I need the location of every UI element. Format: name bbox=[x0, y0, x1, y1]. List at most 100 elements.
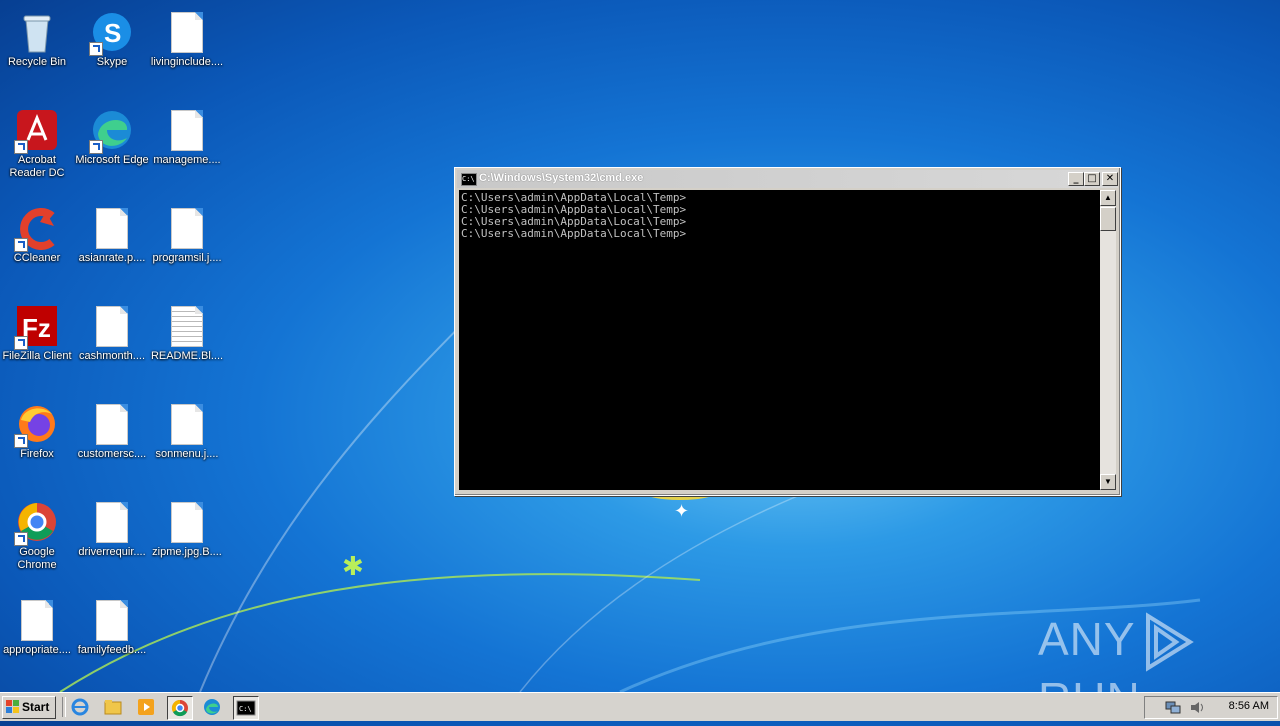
file-icon bbox=[91, 402, 133, 446]
ie-icon[interactable] bbox=[68, 696, 92, 718]
desktop-icon-label: driverrequir.... bbox=[78, 546, 146, 558]
shortcut-arrow-icon bbox=[89, 140, 103, 154]
desktop-icon[interactable]: Firefox bbox=[0, 396, 75, 492]
desktop-icon-label: README.Bl.... bbox=[150, 350, 224, 362]
minimize-button[interactable]: _ bbox=[1068, 172, 1084, 186]
desktop-icon[interactable]: S Skype bbox=[74, 4, 150, 100]
desktop-icon[interactable]: Recycle Bin bbox=[0, 4, 75, 100]
taskbar: Start C:\ 8:56 AM bbox=[0, 692, 1280, 721]
system-tray: 8:56 AM bbox=[1144, 696, 1278, 719]
svg-text:C:\: C:\ bbox=[239, 705, 252, 713]
cmd-titlebar[interactable]: C:\ C:\Windows\System32\cmd.exe _ □ ✕ bbox=[457, 170, 1118, 188]
desktop-icon-label: CCleaner bbox=[13, 252, 61, 264]
desktop-icon[interactable]: Google Chrome bbox=[0, 494, 75, 590]
media-player-icon[interactable] bbox=[134, 696, 158, 718]
file-icon bbox=[91, 304, 133, 348]
scroll-thumb[interactable] bbox=[1100, 207, 1116, 231]
file-icon bbox=[166, 206, 208, 250]
desktop-icon[interactable]: asianrate.p.... bbox=[74, 200, 150, 296]
shortcut-arrow-icon bbox=[14, 336, 28, 350]
clock[interactable]: 8:56 AM bbox=[1229, 700, 1269, 712]
watermark-left: ANY bbox=[1038, 613, 1136, 665]
recycle-bin-icon bbox=[16, 10, 58, 54]
edge-icon[interactable] bbox=[200, 696, 224, 718]
firefox-icon bbox=[14, 402, 58, 448]
play-icon bbox=[1145, 612, 1194, 672]
desktop-icon-label: asianrate.p.... bbox=[78, 252, 146, 264]
svg-text:S: S bbox=[104, 18, 121, 48]
desktop-icon[interactable]: appropriate.... bbox=[0, 592, 75, 688]
shortcut-arrow-icon bbox=[14, 238, 28, 252]
desktop-icon-label: sonmenu.j.... bbox=[155, 448, 219, 460]
cmd-window-icon[interactable]: C:\ bbox=[461, 173, 477, 186]
desktop-icon[interactable]: programsil.j.... bbox=[149, 200, 225, 296]
desktop-icon-label: FileZilla Client bbox=[2, 350, 72, 362]
desktop-icon[interactable]: manageme.... bbox=[149, 102, 225, 198]
anyrun-watermark: ANYRUN bbox=[1038, 612, 1280, 725]
desktop-icon-label: livinginclude.... bbox=[150, 56, 224, 68]
chrome-icon bbox=[14, 500, 58, 546]
desktop-icon-label: cashmonth.... bbox=[78, 350, 146, 362]
desktop-icon-label: familyfeedb.... bbox=[77, 644, 147, 656]
shortcut-arrow-icon bbox=[14, 434, 28, 448]
filezilla-icon: Fz bbox=[14, 304, 58, 350]
file-icon bbox=[166, 500, 208, 544]
desktop-icon[interactable]: Microsoft Edge bbox=[74, 102, 150, 198]
close-button[interactable]: ✕ bbox=[1102, 172, 1118, 186]
desktop-icon[interactable]: CCleaner bbox=[0, 200, 75, 296]
desktop-icon[interactable]: README.Bl.... bbox=[149, 298, 225, 394]
desktop-icon-label: Firefox bbox=[20, 448, 54, 460]
desktop-icon[interactable]: sonmenu.j.... bbox=[149, 396, 225, 492]
desktop-icon[interactable]: cashmonth.... bbox=[74, 298, 150, 394]
svg-text:✦: ✦ bbox=[674, 501, 689, 522]
scroll-down-icon[interactable]: ▼ bbox=[1100, 474, 1116, 490]
file-icon bbox=[91, 598, 133, 642]
svg-text:✱: ✱ bbox=[342, 552, 364, 582]
chrome-icon[interactable] bbox=[167, 696, 193, 720]
desktop-icon[interactable]: customersc.... bbox=[74, 396, 150, 492]
file-icon bbox=[166, 402, 208, 446]
file-icon bbox=[16, 598, 58, 642]
windows-logo-icon bbox=[6, 700, 19, 713]
file-icon bbox=[91, 206, 133, 250]
cmd-console[interactable]: C:\Users\admin\AppData\Local\Temp> C:\Us… bbox=[459, 190, 1100, 490]
desktop-icon[interactable]: livinginclude.... bbox=[149, 4, 225, 100]
network-icon[interactable] bbox=[1165, 700, 1181, 715]
start-label: Start bbox=[22, 700, 50, 714]
text-file-icon bbox=[166, 304, 208, 348]
cmd-window[interactable]: C:\ C:\Windows\System32\cmd.exe _ □ ✕ C:… bbox=[454, 167, 1121, 496]
desktop-icon[interactable]: Fz FileZilla Client bbox=[0, 298, 75, 394]
desktop-icon-label: programsil.j.... bbox=[152, 252, 222, 264]
file-icon bbox=[166, 10, 208, 54]
scroll-up-icon[interactable]: ▲ bbox=[1100, 190, 1116, 206]
file-icon bbox=[166, 108, 208, 152]
acrobat-icon bbox=[14, 108, 58, 154]
shortcut-arrow-icon bbox=[14, 532, 28, 546]
desktop-icon-label: zipme.jpg.B.... bbox=[152, 546, 222, 558]
skype-icon: S bbox=[89, 10, 133, 56]
explorer-icon[interactable] bbox=[101, 696, 125, 718]
desktop-icon-label: Recycle Bin bbox=[7, 56, 67, 68]
desktop-icon-label: appropriate.... bbox=[3, 644, 71, 656]
cmd-icon[interactable]: C:\ bbox=[233, 696, 259, 720]
desktop-icon[interactable]: familyfeedb.... bbox=[74, 592, 150, 688]
ccleaner-icon bbox=[14, 206, 58, 252]
file-icon bbox=[91, 500, 133, 544]
taskbar-separator bbox=[62, 697, 66, 717]
desktop-icon-label: Google Chrome bbox=[17, 546, 57, 571]
desktop-icon-label: manageme.... bbox=[153, 154, 221, 166]
desktop-icon-label: Acrobat Reader DC bbox=[9, 154, 65, 179]
desktop-icon[interactable]: zipme.jpg.B.... bbox=[149, 494, 225, 590]
shortcut-arrow-icon bbox=[14, 140, 28, 154]
desktop-icon-label: customersc.... bbox=[77, 448, 147, 460]
desktop-icon[interactable]: driverrequir.... bbox=[74, 494, 150, 590]
maximize-button[interactable]: □ bbox=[1084, 172, 1100, 186]
console-line: C:\Users\admin\AppData\Local\Temp> bbox=[461, 227, 687, 240]
shortcut-arrow-icon bbox=[89, 42, 103, 56]
vertical-scrollbar[interactable]: ▲ ▼ bbox=[1100, 190, 1116, 490]
volume-icon[interactable] bbox=[1189, 700, 1205, 715]
start-button[interactable]: Start bbox=[2, 696, 56, 719]
desktop-icon[interactable]: Acrobat Reader DC bbox=[0, 102, 75, 198]
edge-icon bbox=[89, 108, 133, 154]
desktop-icon-label: Skype bbox=[96, 56, 128, 68]
